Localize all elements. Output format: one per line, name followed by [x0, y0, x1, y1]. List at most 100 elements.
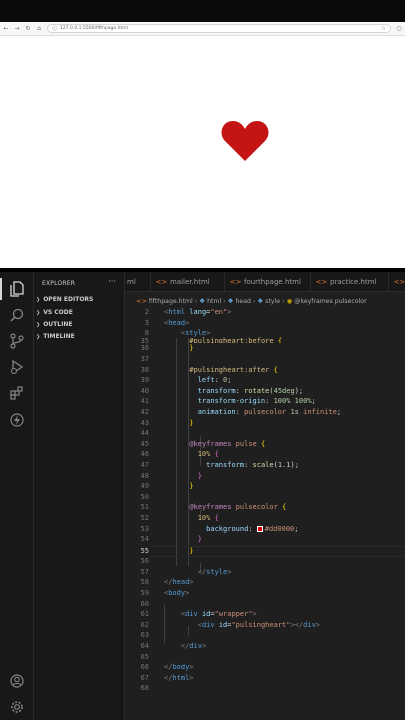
- chevron-right-icon: ›: [223, 297, 226, 305]
- breadcrumb-item[interactable]: @keyframes pulsecolor: [294, 298, 366, 305]
- code-line: 59 <body>: [140, 589, 190, 597]
- section-timeline[interactable]: ❯ TIMELINE: [36, 333, 75, 340]
- breadcrumb: <> fifthpage.html › ❖ html › ❖ head › ❖ …: [125, 294, 405, 308]
- reload-icon[interactable]: ↻: [25, 25, 31, 32]
- section-label: OPEN EDITORS: [43, 296, 94, 303]
- html-file-icon: <>: [315, 278, 328, 286]
- explorer-sidebar: EXPLORER ··· ❯ OPEN EDITORS ❯ VS CODE ❯ …: [34, 272, 125, 720]
- code-line: 37: [140, 355, 149, 363]
- screen-top-bar: [0, 0, 405, 22]
- code-line: 2 <html lang="en">: [144, 308, 232, 316]
- tab-partial[interactable]: ml: [125, 272, 151, 292]
- code-line: 44: [140, 429, 149, 437]
- code-line: 49 }: [140, 482, 194, 490]
- tab-practice[interactable]: <> practice.html: [311, 272, 389, 292]
- chevron-right-icon: ❯: [36, 309, 41, 316]
- browser-toolbar: ← → ↻ ⌂ ⓘ 127.0.0.1:5500/fifthpage.html …: [0, 22, 405, 36]
- profile-icon[interactable]: ○: [396, 25, 402, 32]
- code-line: 68: [140, 684, 149, 692]
- code-line: 48 }: [140, 472, 202, 480]
- html-file-icon: <>: [136, 297, 147, 305]
- more-actions-icon[interactable]: ···: [108, 277, 116, 286]
- code-line: 66 </body>: [140, 663, 194, 671]
- chevron-right-icon: ›: [282, 297, 285, 305]
- html-file-icon: <>: [155, 278, 168, 286]
- settings-gear-icon[interactable]: [8, 698, 26, 716]
- breadcrumb-item[interactable]: head: [235, 298, 250, 305]
- web-page-content: [0, 36, 405, 268]
- home-icon[interactable]: ⌂: [36, 25, 42, 32]
- source-control-icon[interactable]: [8, 332, 26, 350]
- tab-label: ml: [127, 278, 136, 286]
- section-label: TIMELINE: [43, 333, 75, 340]
- code-line: 3 <head>: [144, 319, 190, 327]
- code-line: 40 transform: rotate(45deg);: [140, 387, 304, 395]
- code-line: 50: [140, 493, 149, 501]
- lightning-icon[interactable]: [8, 411, 26, 429]
- back-icon[interactable]: ←: [3, 25, 9, 32]
- section-label: OUTLINE: [43, 321, 73, 328]
- code-line: 38 #pulsingheart:after {: [140, 366, 278, 374]
- editor-tabs: ml <> mailer.html <> fourthpage.html <> …: [125, 272, 405, 292]
- bookmark-star-icon[interactable]: ☆: [381, 25, 386, 32]
- code-line: 57 </style>: [140, 568, 232, 576]
- code-line: 42 animation: pulsecolor 1s infinite;: [140, 408, 342, 416]
- code-line: 63: [140, 631, 149, 639]
- breadcrumb-item[interactable]: style: [265, 298, 280, 305]
- breadcrumb-item[interactable]: fifthpage.html: [149, 298, 193, 305]
- url-text: 127.0.0.1:5500/fifthpage.html: [60, 26, 128, 31]
- element-icon: ❖: [257, 297, 264, 305]
- explorer-title: EXPLORER: [42, 280, 76, 287]
- code-line: 46 10% {: [140, 450, 219, 458]
- code-line: 62 <div id="pulsingheart"></div>: [140, 621, 321, 629]
- code-editor[interactable]: 2 <html lang="en"> 3 <head> 8 <style> 35 #…: [125, 308, 405, 720]
- active-indicator: [0, 278, 2, 300]
- section-outline[interactable]: ❯ OUTLINE: [36, 321, 72, 328]
- search-icon[interactable]: [8, 306, 26, 324]
- chevron-right-icon: ❯: [36, 321, 41, 328]
- extensions-icon[interactable]: [8, 384, 26, 402]
- section-label: VS CODE: [43, 309, 73, 316]
- code-line: 54 }: [140, 535, 202, 543]
- tab-label: mailer.html: [170, 278, 210, 286]
- tab-partial-right[interactable]: <> mc: [389, 272, 405, 292]
- code-line: 67 </html>: [140, 674, 194, 682]
- section-open-editors[interactable]: ❯ OPEN EDITORS: [36, 296, 93, 303]
- code-line: 41 transform-origin: 100% 100%;: [140, 397, 316, 405]
- account-icon[interactable]: [8, 672, 26, 690]
- code-line: 61 <div id="wrapper">: [140, 610, 257, 618]
- run-debug-icon[interactable]: [8, 358, 26, 376]
- tab-mailer[interactable]: <> mailer.html: [151, 272, 225, 292]
- code-line: 35 #pulsingheart:before {: [140, 337, 283, 343]
- tab-label: fourthpage.html: [244, 278, 301, 286]
- pulsing-heart: [221, 121, 269, 161]
- code-line: 47 transform: scale(1.1);: [140, 461, 299, 469]
- chevron-right-icon: ›: [252, 297, 256, 305]
- vscode-window: EXPLORER ··· ❯ OPEN EDITORS ❯ VS CODE ❯ …: [0, 272, 405, 720]
- site-info-icon[interactable]: ⓘ: [52, 25, 57, 32]
- code-line: 58 </head>: [140, 578, 194, 586]
- color-swatch[interactable]: [256, 526, 263, 532]
- code-line: 39 left: 0;: [140, 376, 232, 384]
- element-icon: ❖: [227, 297, 234, 305]
- code-line: 51 @keyframes pulsecolor {: [140, 503, 287, 511]
- chevron-right-icon: ❯: [36, 333, 41, 340]
- element-icon: ❖: [199, 297, 206, 305]
- code-line: 45 @keyframes pulse {: [140, 440, 266, 448]
- chevron-right-icon: ❯: [36, 296, 41, 303]
- code-line: 53 background: #dd0000;: [140, 525, 299, 533]
- files-icon[interactable]: [8, 280, 26, 298]
- symbol-icon: ◉: [286, 297, 293, 305]
- section-vs-code[interactable]: ❯ VS CODE: [36, 309, 73, 316]
- code-line: 56: [140, 557, 149, 565]
- code-line: 64 </div>: [140, 642, 207, 650]
- code-line: 65: [140, 653, 149, 661]
- tab-label: practice.html: [330, 278, 377, 286]
- code-line: 36 }: [140, 344, 194, 352]
- address-bar[interactable]: ⓘ 127.0.0.1:5500/fifthpage.html ☆: [47, 24, 391, 33]
- code-line-current: 55 }: [140, 547, 194, 555]
- forward-icon[interactable]: →: [14, 25, 20, 32]
- breadcrumb-item[interactable]: html: [207, 298, 221, 305]
- tab-fourthpage[interactable]: <> fourthpage.html: [225, 272, 311, 292]
- activity-bar: [0, 272, 34, 720]
